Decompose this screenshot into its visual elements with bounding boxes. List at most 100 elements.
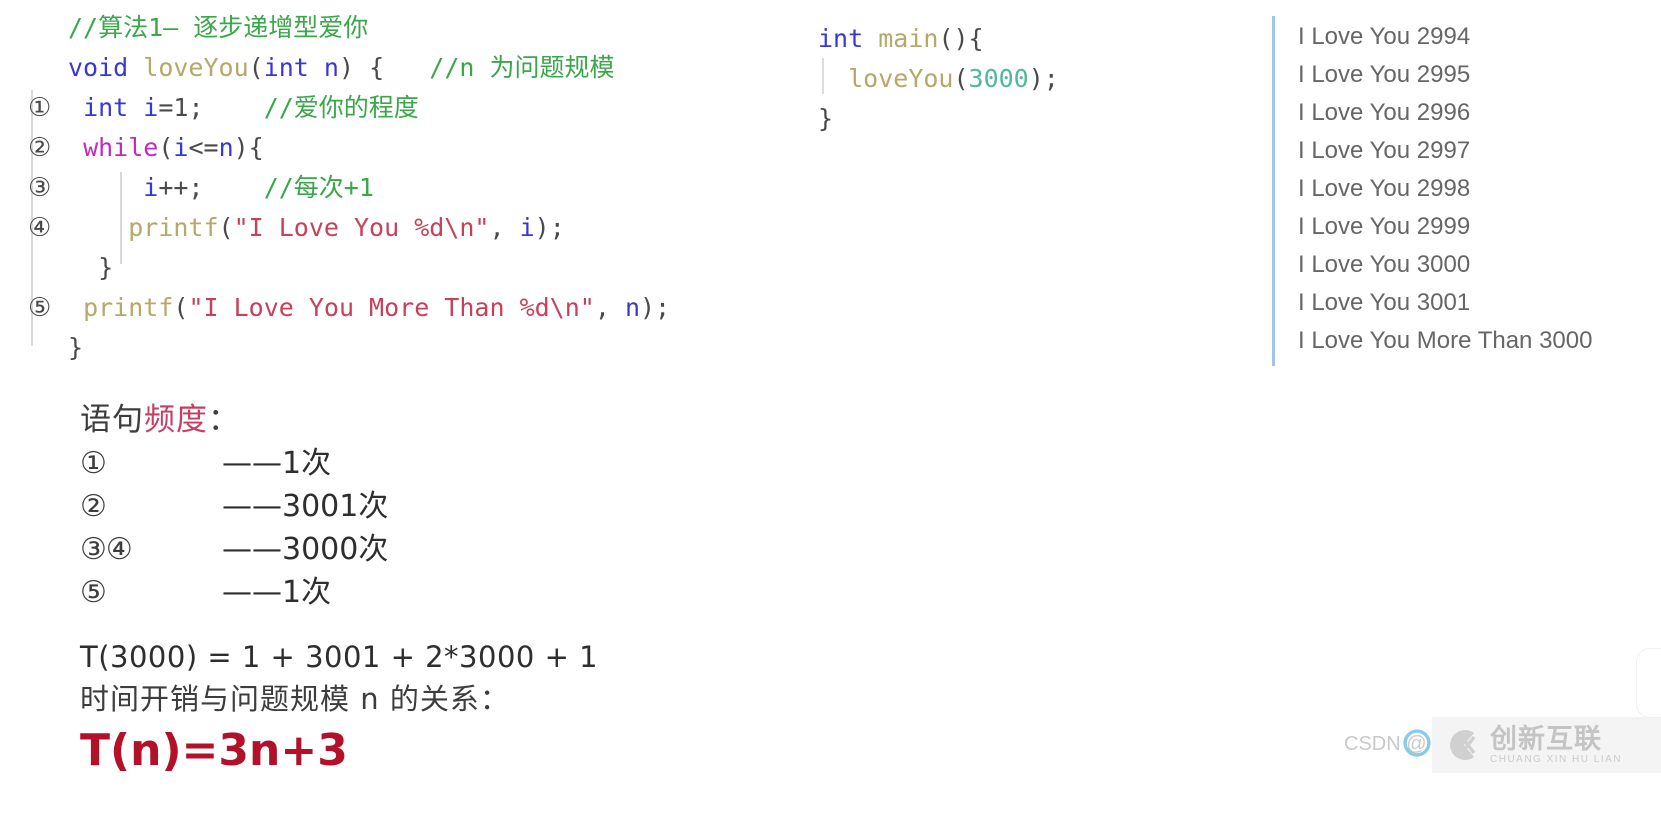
frequency-row: ③④ ——3000次: [80, 528, 388, 571]
cx-logo-chinese: 创新互联: [1490, 723, 1602, 755]
conclusion-section: T(3000) = 1 + 3001 + 2*3000 + 1 时间开销与问题规…: [80, 636, 598, 778]
code-token: loveYou: [143, 53, 249, 82]
statement-marker: ①: [28, 93, 52, 123]
code-token: 3000: [968, 64, 1029, 93]
console-output-line: I Love You 2995: [1298, 61, 1471, 88]
code-token: (: [173, 293, 189, 322]
console-output-line: I Love You 2998: [1298, 175, 1471, 202]
console-output-line: I Love You 3000: [1298, 251, 1471, 278]
statement-marker: ③: [28, 173, 52, 203]
code-token: i: [519, 213, 535, 242]
statement-marker: ②: [28, 133, 52, 163]
main-code-line: }: [818, 100, 1059, 140]
console-accent-bar: [1272, 16, 1275, 366]
statement-frequency-title: 语句频度：: [80, 398, 388, 442]
code-token: (: [248, 53, 264, 82]
code-token: "I Love You More Than %d\n": [188, 293, 595, 322]
code-token: =1;: [158, 93, 264, 122]
statement-marker: ④: [28, 213, 52, 243]
code-token: );: [534, 213, 565, 242]
code-token: ) {: [338, 53, 430, 82]
cx-mark-icon: [1450, 730, 1476, 760]
code-token: printf: [128, 213, 219, 242]
code-line: ② while(i<=n){: [28, 128, 670, 168]
frequency-row: ⑤ ——1次: [80, 571, 388, 614]
freq-title-suffix: ：: [208, 402, 240, 438]
code-token: while: [83, 133, 159, 162]
chuangxinhulian-logo: 创新互联 CHUANG XIN HU LIAN: [1432, 717, 1661, 773]
code-token: int: [818, 24, 864, 53]
code-token: void: [68, 53, 129, 82]
code-line: ④ printf("I Love You %d\n", i);: [28, 208, 670, 248]
code-token: );: [640, 293, 671, 322]
frequency-row-markers: ⑤: [80, 575, 107, 610]
statement-marker: ⑤: [28, 293, 52, 323]
code-token: n: [218, 133, 234, 162]
code-token: (){: [938, 24, 984, 53]
code-token: //算法1— 逐步递增型爱你: [68, 13, 369, 42]
code-token: main: [878, 24, 939, 53]
cx-text-wrap: 创新互联 CHUANG XIN HU LIAN: [1490, 725, 1622, 766]
code-line: ③ i++; //每次+1: [28, 168, 670, 208]
code-token: i: [143, 93, 159, 122]
code-token: (: [218, 213, 234, 242]
code-token: int: [83, 93, 129, 122]
frequency-row-count: ——1次: [222, 446, 332, 481]
code-token: n: [624, 293, 640, 322]
code-token: ,: [489, 213, 520, 242]
console-output-line: I Love You 2997: [1298, 137, 1471, 164]
code-token: }: [68, 333, 84, 362]
tn-formula: T(n)=3n+3: [80, 725, 348, 776]
time-cost-relation-text: 时间开销与问题规模 n 的关系：: [80, 682, 510, 716]
code-line: ① int i=1; //爱你的程度: [28, 88, 670, 128]
console-output-line: I Love You 3001: [1298, 289, 1471, 316]
code-token: printf: [83, 293, 174, 322]
code-token: //n 为问题规模: [429, 53, 615, 82]
code-token: ++;: [158, 173, 264, 202]
code-token: n: [323, 53, 339, 82]
code-line: }: [28, 328, 670, 368]
code-line: ⑤ printf("I Love You More Than %d\n", n)…: [28, 288, 670, 328]
code-token: "I Love You %d\n": [233, 213, 490, 242]
frequency-row: ① ——1次: [80, 442, 388, 485]
algorithm-code-block: //算法1— 逐步递增型爱你 void loveYou(int n) { //n …: [28, 8, 670, 368]
console-output-line: I Love You 2996: [1298, 99, 1471, 126]
statement-frequency-section: 语句频度： ① ——1次 ② ——3001次 ③④ ——3000次 ⑤ ——1次: [80, 398, 388, 614]
code-token: (: [158, 133, 174, 162]
main-function-code-block: int main(){ loveYou(3000);}: [818, 20, 1059, 140]
code-token: //每次+1: [263, 173, 374, 202]
cx-logo-pinyin: CHUANG XIN HU LIAN: [1490, 753, 1623, 765]
code-line: void loveYou(int n) { //n 为问题规模: [28, 48, 670, 88]
code-token: int: [263, 53, 309, 82]
code-token: <=: [188, 133, 219, 162]
main-code-line: int main(){: [818, 20, 1059, 60]
frequency-row: ② ——3001次: [80, 485, 388, 528]
code-token: ){: [233, 133, 264, 162]
frequency-row-markers: ②: [80, 489, 107, 524]
code-token: i: [143, 173, 159, 202]
frequency-row-count: ——1次: [222, 575, 332, 610]
code-line: }: [28, 248, 670, 288]
code-token: i: [173, 133, 189, 162]
code-token: loveYou: [848, 64, 954, 93]
console-output-line: I Love You 2999: [1298, 213, 1471, 240]
code-token: ,: [594, 293, 625, 322]
csdn-logo-icon: [1403, 729, 1431, 757]
t3000-expression: T(3000) = 1 + 3001 + 2*3000 + 1: [80, 640, 599, 674]
console-output-panel: I Love You 2994 I Love You 2995 I Love You…: [1298, 18, 1592, 360]
code-line: //算法1— 逐步递增型爱你: [28, 8, 670, 48]
code-token: }: [818, 104, 834, 133]
code-token: //爱你的程度: [263, 93, 419, 122]
statement-frequency-rows: ① ——1次 ② ——3001次 ③④ ——3000次 ⑤ ——1次: [80, 442, 388, 614]
frequency-row-count: ——3000次: [222, 532, 389, 567]
right-edge-floating-panel[interactable]: [1636, 648, 1661, 718]
